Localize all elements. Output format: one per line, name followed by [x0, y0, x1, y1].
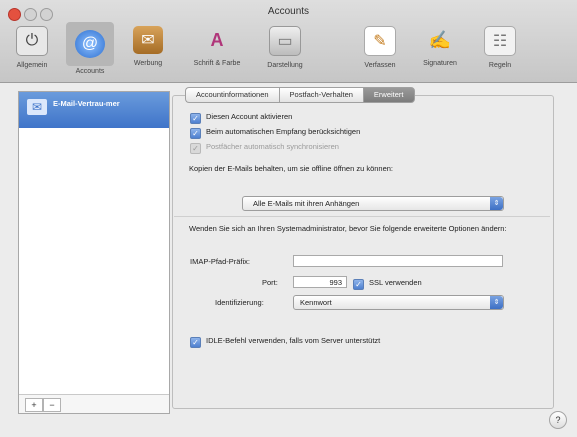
rules-icon: ☷ — [484, 26, 516, 56]
toolbar-item-verfassen[interactable]: ✎ Verfassen — [350, 26, 410, 69]
title-bar: Accounts ⏻ Allgemein @ Accounts ✉ Werbun… — [0, 0, 577, 83]
ssl-checkbox[interactable]: ✓ SSL verwenden — [353, 278, 422, 290]
tab-postfach-verhalten[interactable]: Postfach-Verhalten — [278, 87, 363, 103]
auth-value: Kennwort — [300, 298, 332, 307]
keep-copies-label: Kopien der E-Mails behalten, um sie offl… — [189, 164, 394, 173]
sync-auto-checkbox: ✓ Postfächer automatisch synchronisieren — [190, 142, 339, 154]
viewing-icon: ▭ — [269, 26, 301, 56]
sync-auto-label: Postfächer automatisch synchronisieren — [206, 142, 339, 151]
admin-note: Wenden Sie sich an Ihren Systemadministr… — [189, 224, 507, 233]
switch-icon: ⏻ — [16, 26, 48, 56]
help-button[interactable]: ? — [549, 411, 567, 429]
accounts-window: Accounts ⏻ Allgemein @ Accounts ✉ Werbun… — [0, 0, 577, 437]
toolbar-item-label: Signaturen — [423, 60, 457, 67]
toolbar-item-regeln[interactable]: ☷ Regeln — [470, 26, 530, 69]
idle-label: IDLE-Befehl verwenden, falls vom Server … — [206, 336, 381, 345]
include-auto-checkbox[interactable]: ✓ Beim automatischen Empfang berücksichti… — [190, 127, 360, 139]
add-account-button[interactable]: + — [25, 398, 43, 412]
checkmark-icon: ✓ — [190, 113, 201, 124]
section-divider — [174, 216, 550, 217]
toolbar-item-darstellung[interactable]: ▭ Darstellung — [255, 26, 315, 69]
sidebar-footer: + − — [19, 394, 169, 413]
toolbar-item-werbung[interactable]: ✉ Werbung — [118, 26, 178, 67]
idle-checkbox[interactable]: ✓ IDLE-Befehl verwenden, falls vom Server… — [190, 336, 380, 348]
toolbar-item-label: Werbung — [133, 60, 163, 67]
tab-accountinformationen[interactable]: Accountinformationen — [185, 87, 279, 103]
toolbar-item-allgemein[interactable]: ⏻ Allgemein — [2, 26, 62, 69]
toolbar-item-accounts[interactable]: @ Accounts — [60, 22, 120, 75]
toolbar-item-label: Allgemein — [16, 62, 48, 69]
chevron-updown-icon: ⇕ — [490, 197, 503, 210]
window-title: Accounts — [267, 6, 310, 17]
tab-erweitert[interactable]: Erweitert — [362, 87, 415, 103]
composing-icon: ✎ — [364, 26, 396, 56]
sidebar-account-item[interactable]: ✉ E-Mail-Vertrau-mer — [19, 92, 169, 128]
ssl-label: SSL verwenden — [369, 278, 422, 287]
selected-highlight: @ — [66, 22, 114, 66]
port-label: Port: — [262, 278, 278, 287]
sidebar-account-label: E-Mail-Vertrau-mer — [53, 99, 120, 108]
auth-popup[interactable]: Kennwort ⇕ — [293, 295, 504, 310]
checkmark-icon: ✓ — [190, 337, 201, 348]
at-sign-icon: @ — [75, 30, 105, 58]
imap-prefix-input[interactable] — [293, 255, 503, 267]
checkmark-icon: ✓ — [190, 143, 201, 154]
toolbar-item-label: Accounts — [75, 68, 105, 75]
signature-icon: ✍ — [428, 29, 452, 50]
toolbar-item-schrift-farbe[interactable]: A Schrift & Farbe — [187, 26, 247, 68]
account-tabs: Accountinformationen Postfach-Verhalten … — [185, 87, 415, 103]
enable-account-label: Diesen Account aktivieren — [206, 112, 293, 121]
chevron-updown-icon: ⇕ — [490, 296, 503, 309]
toolbar-item-signaturen[interactable]: ✍ Signaturen — [410, 26, 470, 68]
port-input[interactable]: 993 — [293, 276, 347, 288]
toolbar-item-label: Regeln — [488, 62, 512, 69]
checkmark-icon: ✓ — [353, 279, 364, 290]
include-auto-label: Beim automatischen Empfang berücksichtig… — [206, 127, 361, 136]
junk-mail-icon: ✉ — [133, 26, 163, 54]
fonts-colors-icon: A — [210, 29, 224, 50]
accounts-sidebar: ✉ E-Mail-Vertrau-mer + − — [18, 91, 170, 414]
checkmark-icon: ✓ — [190, 128, 201, 139]
remove-account-button[interactable]: − — [43, 398, 61, 412]
imap-prefix-label: IMAP-Pfad-Präfix: — [190, 257, 251, 266]
keep-copies-value: Alle E-Mails mit ihren Anhängen — [253, 199, 360, 208]
auth-label: Identifizierung: — [215, 298, 264, 307]
toolbar-item-label: Schrift & Farbe — [193, 60, 241, 67]
mail-account-icon: ✉ — [27, 99, 47, 115]
toolbar-item-label: Darstellung — [267, 62, 303, 69]
preferences-toolbar: ⏻ Allgemein @ Accounts ✉ Werbung A Schri… — [0, 22, 577, 80]
enable-account-checkbox[interactable]: ✓ Diesen Account aktivieren — [190, 112, 292, 124]
keep-copies-popup[interactable]: Alle E-Mails mit ihren Anhängen ⇕ — [242, 196, 504, 211]
toolbar-item-label: Verfassen — [364, 62, 396, 69]
